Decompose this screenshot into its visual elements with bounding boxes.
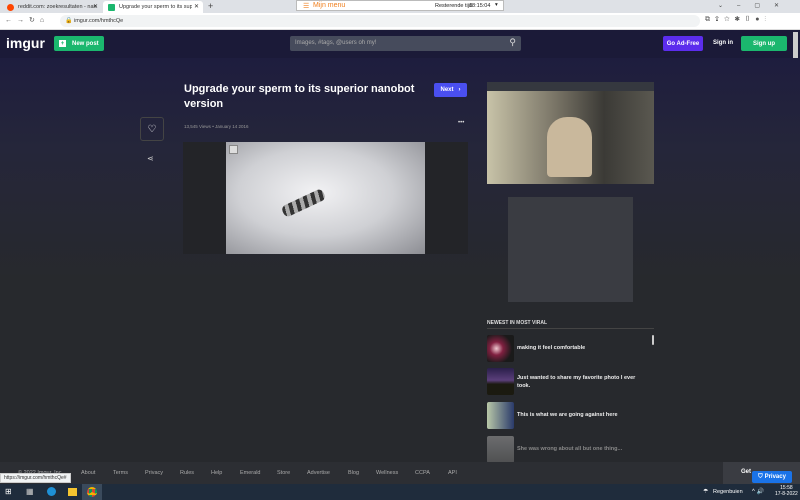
favorite-heart-button[interactable]: ♡ [140,117,164,141]
sidebar-heading: NEWEST IN MOST VIRAL [487,320,547,326]
footer-link[interactable]: Advertise [307,470,330,476]
weather-icon[interactable]: ☂ [703,488,708,495]
new-tab-button[interactable]: + [208,1,213,11]
footer-link[interactable]: API [448,470,457,476]
footer-link[interactable]: Help [211,470,222,476]
footer-link[interactable]: Privacy [145,470,163,476]
new-post-button[interactable]: + New post [54,36,104,51]
browser-toolbar-icons[interactable]: ⧉⇪☆✱▯●⋮ [705,16,771,24]
shield-icon: ⛉ [758,473,763,480]
address-bar-row: ←→↻⌂ 🔒 imgur.com/hmthcQe ⧉⇪☆✱▯●⋮ [0,13,800,30]
person-figure [547,117,592,177]
sign-up-button[interactable]: Sign up [741,36,787,51]
window-controls[interactable]: ⌄–▢✕ [718,2,793,9]
go-ad-free-button[interactable]: Go Ad-Free [663,36,703,51]
search-input[interactable]: Images, #tags, @users oh my! ⚲ [290,36,521,51]
ad-placeholder [508,197,633,302]
imgur-favicon [108,4,115,11]
footer-link[interactable]: Terms [113,470,128,476]
menu-icon: ☰ [303,3,310,10]
footer-link[interactable]: Store [277,470,290,476]
footer-link[interactable]: CCPA [415,470,430,476]
system-tray-icons[interactable]: ^ 🔊 [752,488,764,495]
menu-extension[interactable]: ☰ Mijn menu Resterende tijd: 18:15:04 ▾ [296,0,504,11]
thumbnail [487,436,514,463]
chevron-right-icon: › [458,87,461,93]
close-icon[interactable]: ✕ [191,3,199,10]
share-icon[interactable]: ⋖ [147,154,154,163]
close-icon[interactable]: ✕ [93,3,98,10]
thumbnail [487,335,514,362]
post-title: Upgrade your sperm to its superior nanob… [184,83,415,110]
footer-link[interactable]: About [81,470,95,476]
scrollbar[interactable] [793,32,798,58]
task-view-icon[interactable]: ▦ [26,487,34,496]
tab-reddit[interactable]: reddit.com: zoekresultaten - nan ✕ [2,1,102,13]
mute-icon[interactable] [229,145,238,154]
windows-start-icon[interactable]: ⊞ [5,487,12,496]
status-url: https://imgur.com/hmthcQe# [0,473,71,483]
footer-link[interactable]: Emerald [240,470,260,476]
ad-video[interactable] [487,82,654,184]
list-item[interactable]: This is what we are going against here [487,402,657,430]
url-field[interactable]: 🔒 imgur.com/hmthcQe [60,15,700,27]
taskbar: ⊞ ▦ ☂ Regenbuien ^ 🔊 15:58 17-8-2022 [0,484,800,500]
dropdown-icon[interactable]: ▾ [495,2,498,8]
list-item[interactable]: making it feel comfortable [487,335,657,363]
file-explorer-icon[interactable] [68,488,77,496]
more-options-icon[interactable]: ••• [458,120,464,126]
divider [487,328,654,329]
privacy-button[interactable]: ⛉ Privacy [752,471,792,483]
nav-buttons[interactable]: ←→↻⌂ [5,16,49,24]
main-content: ♡ ⋖ Upgrade your sperm to its superior n… [0,58,800,464]
footer-link[interactable]: Wellness [376,470,398,476]
next-button[interactable]: Next › [434,83,467,97]
edge-icon[interactable] [47,487,56,496]
reddit-icon [7,4,14,11]
sign-in-link[interactable]: Sign in [713,40,733,46]
nanobot-shape [280,188,327,218]
tab-imgur[interactable]: Upgrade your sperm to its superi ✕ [103,1,203,13]
imgur-logo[interactable]: imgur [6,35,45,51]
search-icon[interactable]: ⚲ [509,37,516,48]
chrome-icon[interactable] [87,487,97,497]
footer-link[interactable]: Blog [348,470,359,476]
footer-link[interactable]: Rules [180,470,194,476]
clock[interactable]: 15:58 17-8-2022 [775,485,798,497]
thumbnail [487,368,514,395]
lock-icon: 🔒 [65,18,73,24]
footer: © 2022 Imgur, Inc About Terms Privacy Ru… [0,462,800,484]
post-meta: 13,545 Views • January 14 2016 [184,124,249,129]
plus-icon: + [59,40,66,47]
list-item[interactable]: Just wanted to share my favorite photo I… [487,368,657,396]
list-item[interactable]: She was wrong about all but one thing... [487,436,657,464]
thumbnail [487,402,514,429]
imgur-header: imgur + New post Images, #tags, @users oh… [0,30,800,58]
post-image[interactable] [226,142,425,254]
media-container [183,142,468,254]
heart-icon: ♡ [147,123,157,135]
